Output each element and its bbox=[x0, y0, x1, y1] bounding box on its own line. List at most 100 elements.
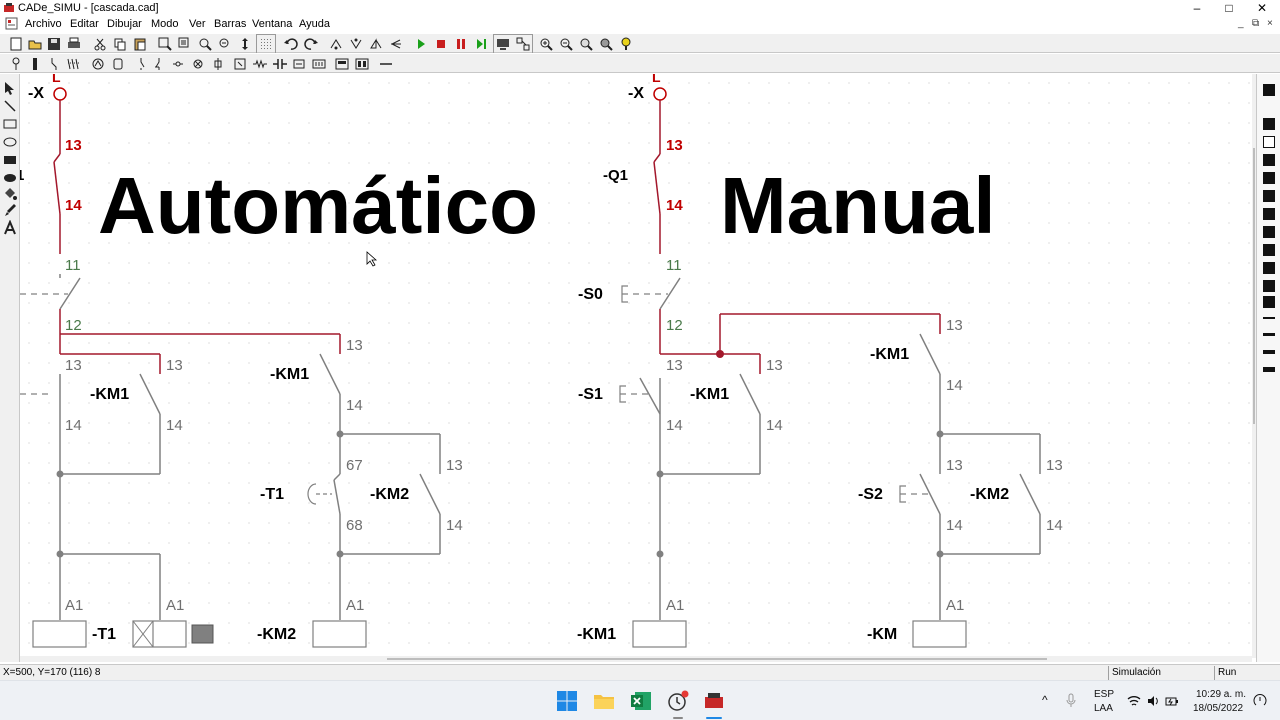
horizontal-scrollbar[interactable] bbox=[20, 656, 1252, 662]
resistor-icon[interactable] bbox=[252, 56, 268, 72]
zoom-minus-icon[interactable] bbox=[558, 36, 574, 52]
plc-icon[interactable] bbox=[334, 56, 350, 72]
menu-barras[interactable]: Barras bbox=[214, 18, 246, 30]
rectangle-icon[interactable] bbox=[2, 116, 18, 132]
monitor-icon[interactable] bbox=[495, 36, 511, 52]
close-button[interactable]: ✕ bbox=[1245, 0, 1279, 16]
copy-icon[interactable] bbox=[112, 36, 128, 52]
menu-ayuda[interactable]: Ayuda bbox=[299, 18, 330, 30]
grid-icon[interactable] bbox=[258, 36, 274, 52]
draw-line-icon[interactable] bbox=[2, 98, 18, 114]
pushbutton-icon[interactable] bbox=[8, 56, 24, 72]
open-folder-icon[interactable] bbox=[27, 36, 43, 52]
wifi-icon[interactable] bbox=[1127, 694, 1141, 708]
mdi-minimize-button[interactable]: _ bbox=[1238, 18, 1244, 29]
panel-line-3[interactable] bbox=[1263, 350, 1275, 354]
mirror-icon[interactable] bbox=[368, 36, 384, 52]
panel-item-8[interactable] bbox=[1263, 226, 1275, 238]
km2-coil-box[interactable] bbox=[312, 620, 367, 648]
lamp-icon[interactable] bbox=[190, 56, 206, 72]
menu-archivo[interactable]: Archivo bbox=[25, 18, 62, 30]
notification-icon[interactable] bbox=[1253, 694, 1267, 708]
zoom-all-icon[interactable] bbox=[177, 36, 193, 52]
horizontal-scroll-thumb[interactable] bbox=[387, 658, 1047, 660]
pan-icon[interactable] bbox=[237, 36, 253, 52]
line-tool-icon[interactable] bbox=[378, 56, 394, 72]
drawing-canvas[interactable]: Automático Manual L -X 13 1 14 11 12 13 bbox=[20, 74, 1252, 658]
volume-icon[interactable] bbox=[1146, 694, 1160, 708]
timer-icon[interactable] bbox=[232, 56, 248, 72]
clock-date[interactable]: 18/05/2022 bbox=[1193, 703, 1243, 714]
filled-ellipse-icon[interactable] bbox=[2, 170, 18, 186]
panel-line-2[interactable] bbox=[1263, 333, 1275, 336]
brush-icon[interactable] bbox=[2, 202, 18, 218]
coil-box-left[interactable] bbox=[32, 620, 87, 648]
zoom-in-icon[interactable] bbox=[197, 36, 213, 52]
panel-item-6[interactable] bbox=[1263, 190, 1275, 202]
step-icon[interactable] bbox=[473, 36, 489, 52]
menu-dibujar[interactable]: Dibujar bbox=[107, 18, 142, 30]
save-icon[interactable] bbox=[46, 36, 62, 52]
zoom-previous-icon[interactable] bbox=[598, 36, 614, 52]
vertical-scroll-thumb[interactable] bbox=[1253, 148, 1255, 424]
network-icon[interactable] bbox=[515, 36, 531, 52]
panel-line-1[interactable] bbox=[1263, 317, 1275, 319]
zoom-plus-icon[interactable] bbox=[538, 36, 554, 52]
wire-connector-icon[interactable] bbox=[291, 56, 307, 72]
paste-icon[interactable] bbox=[132, 36, 148, 52]
panel-line-4[interactable] bbox=[1263, 367, 1275, 372]
terminal-x[interactable] bbox=[53, 87, 67, 101]
play-icon[interactable] bbox=[413, 36, 429, 52]
mdi-restore-button[interactable]: ⧉ bbox=[1252, 18, 1259, 29]
help-icon[interactable] bbox=[618, 36, 634, 52]
t1-coil-box[interactable] bbox=[132, 620, 187, 648]
pointer-icon[interactable] bbox=[2, 80, 18, 96]
panel-item-4[interactable] bbox=[1263, 154, 1275, 166]
pause-icon[interactable] bbox=[453, 36, 469, 52]
panel-item-5[interactable] bbox=[1263, 172, 1275, 184]
fill-bucket-icon[interactable] bbox=[2, 186, 18, 202]
cadesimu-app-icon[interactable] bbox=[3, 2, 15, 14]
pneumatic-icon[interactable] bbox=[354, 56, 370, 72]
terminal-x-right[interactable] bbox=[653, 87, 667, 101]
switch-icon[interactable] bbox=[170, 56, 186, 72]
contact-no-icon[interactable] bbox=[133, 56, 149, 72]
panel-item-10[interactable] bbox=[1263, 262, 1275, 274]
redo-icon[interactable] bbox=[303, 36, 319, 52]
rotate-right-icon[interactable] bbox=[348, 36, 364, 52]
ellipse-icon[interactable] bbox=[2, 134, 18, 150]
menu-editar[interactable]: Editar bbox=[70, 18, 99, 30]
filled-rectangle-icon[interactable] bbox=[2, 152, 18, 168]
km-coil-box[interactable] bbox=[912, 620, 967, 648]
minimize-button[interactable]: – bbox=[1180, 0, 1214, 16]
folder-icon[interactable] bbox=[592, 689, 616, 713]
zoom-fit-icon[interactable] bbox=[578, 36, 594, 52]
excel-icon[interactable] bbox=[629, 689, 653, 713]
terminal-block-icon[interactable] bbox=[311, 56, 327, 72]
panel-item-11[interactable] bbox=[1263, 280, 1275, 292]
menu-ver[interactable]: Ver bbox=[189, 18, 206, 30]
microphone-icon[interactable] bbox=[1065, 693, 1077, 709]
menu-ventana[interactable]: Ventana bbox=[252, 18, 292, 30]
capacitor-icon[interactable] bbox=[272, 56, 288, 72]
mdi-close-button[interactable]: × bbox=[1267, 18, 1273, 29]
new-file-icon[interactable] bbox=[8, 36, 24, 52]
stop-icon[interactable] bbox=[433, 36, 449, 52]
document-icon[interactable] bbox=[5, 17, 18, 30]
menu-modo[interactable]: Modo bbox=[151, 18, 179, 30]
flip-icon[interactable] bbox=[388, 36, 404, 52]
rotate-left-icon[interactable] bbox=[328, 36, 344, 52]
tools-icon[interactable] bbox=[666, 689, 690, 713]
panel-item-3[interactable] bbox=[1263, 136, 1275, 148]
cut-icon[interactable] bbox=[92, 36, 108, 52]
undo-icon[interactable] bbox=[283, 36, 299, 52]
panel-item-1[interactable] bbox=[1263, 84, 1275, 96]
battery-plug-icon[interactable] bbox=[1165, 694, 1179, 708]
panel-item-9[interactable] bbox=[1263, 244, 1275, 256]
panel-item-2[interactable] bbox=[1263, 118, 1275, 130]
sensor-icon[interactable] bbox=[210, 56, 226, 72]
panel-item-7[interactable] bbox=[1263, 208, 1275, 220]
fuse-icon[interactable] bbox=[27, 56, 43, 72]
coil-icon[interactable] bbox=[110, 56, 126, 72]
clock-time[interactable]: 10:29 a. m. bbox=[1196, 689, 1246, 700]
